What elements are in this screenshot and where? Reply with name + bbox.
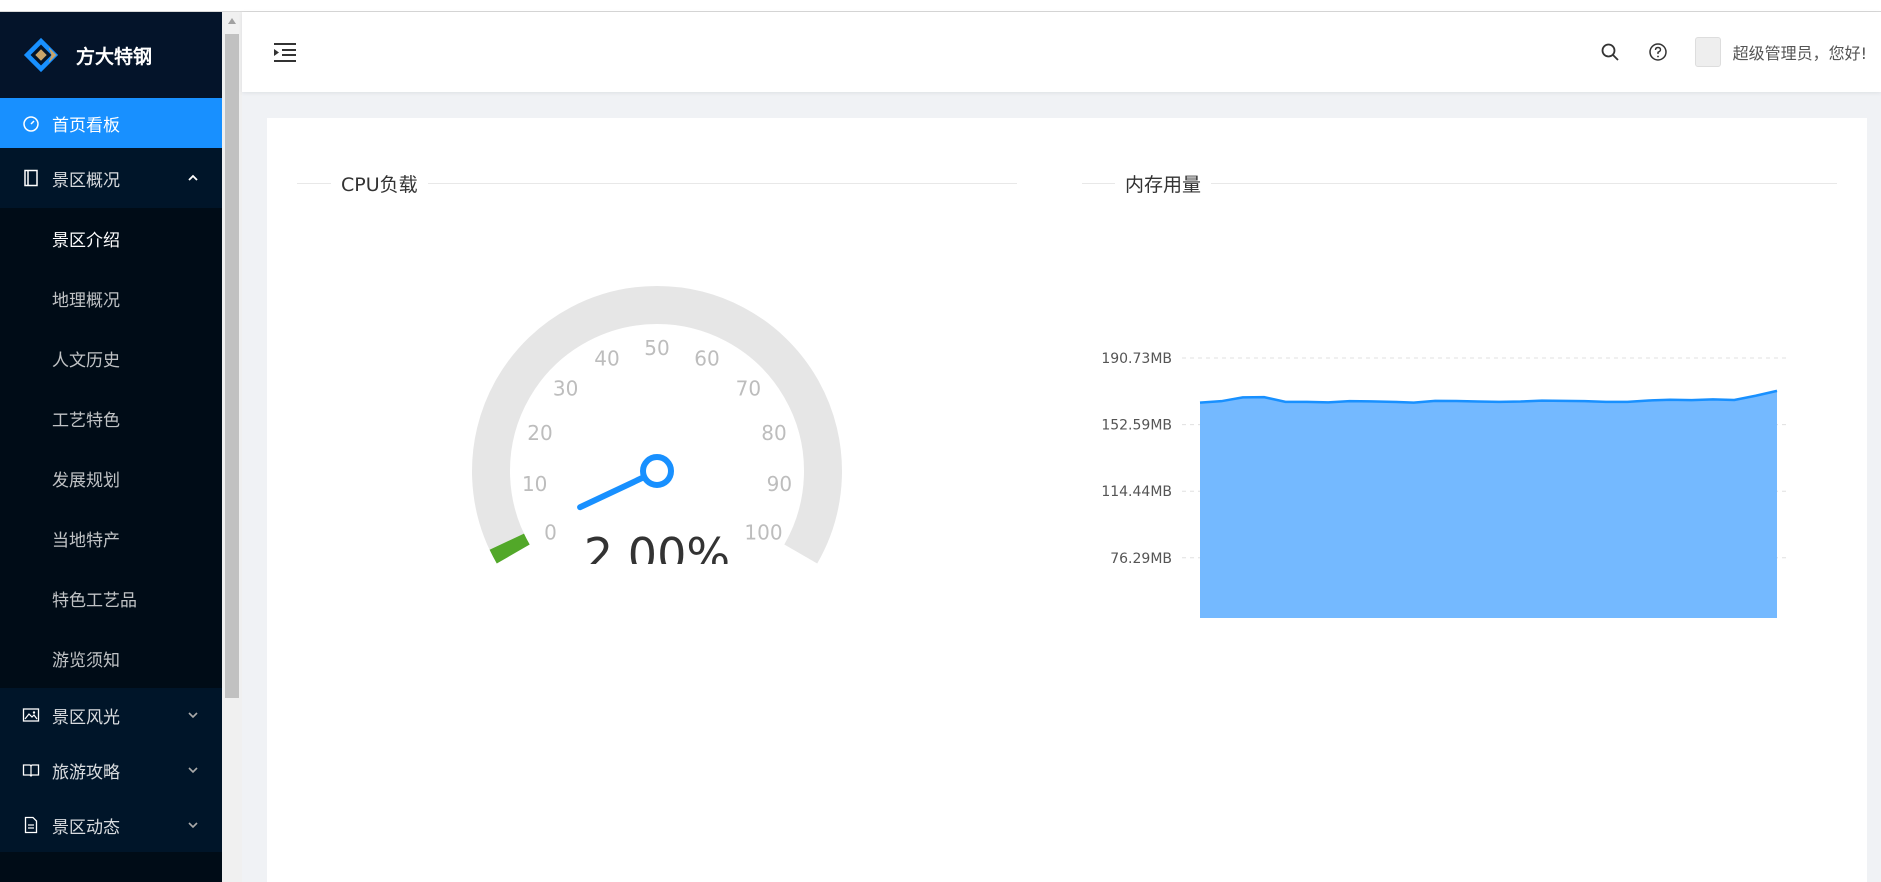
y-tick-label: 114.44MB — [1101, 484, 1172, 500]
sidebar-subitem-intro[interactable]: 景区介绍 — [0, 208, 222, 268]
sidebar-subitem-specialty[interactable]: 当地特产 — [0, 508, 222, 568]
scroll-thumb[interactable] — [225, 34, 239, 698]
search-icon[interactable] — [1599, 41, 1621, 63]
sidebar-subitem-geography[interactable]: 地理概况 — [0, 268, 222, 328]
y-tick-label: 190.73MB — [1101, 351, 1172, 367]
memory-area — [1200, 390, 1777, 618]
gauge-value: 2.00% — [584, 528, 730, 564]
sidebar-scrollbar[interactable] — [222, 12, 242, 882]
chevron-down-icon — [188, 767, 198, 774]
sidebar-item-label: 旅游攻略 — [52, 762, 120, 783]
gauge-tick-label: 70 — [736, 377, 761, 401]
gauge-tick-label: 40 — [594, 347, 619, 371]
y-tick-label: 152.59MB — [1101, 418, 1172, 434]
sidebar-subitem-handicraft[interactable]: 特色工艺品 — [0, 568, 222, 628]
sidebar: 方大特钢 首页看板 景区概况 景区介绍 地理概况 人文历史 工艺特色 发展规划 … — [0, 12, 222, 882]
sidebar-item-label: 首页看板 — [52, 115, 120, 136]
gauge-tick-label: 90 — [767, 472, 792, 496]
read-icon — [22, 761, 40, 779]
sidebar-subitem-notice[interactable]: 游览须知 — [0, 628, 222, 688]
avatar[interactable] — [1694, 37, 1721, 67]
cpu-gauge: 010203040 50 607080901002.00% — [472, 286, 842, 564]
gauge-pointer-hub — [640, 454, 674, 488]
user-greeting[interactable]: 超级管理员，您好! — [1733, 40, 1867, 64]
gauge-progress — [489, 533, 530, 564]
book-icon — [22, 169, 40, 187]
brand-logo-icon — [23, 37, 59, 73]
gauge-tick-label: 30 — [553, 377, 578, 401]
y-tick-label: 76.29MB — [1110, 551, 1172, 567]
gauge-tick-label: 80 — [761, 421, 786, 445]
sidebar-subitem-history[interactable]: 人文历史 — [0, 328, 222, 388]
menu-fold-icon[interactable] — [272, 40, 298, 64]
dashboard-icon — [22, 114, 40, 132]
window-top-bar — [0, 0, 1881, 12]
sidebar-item-overview[interactable]: 景区概况 — [0, 148, 222, 208]
memory-line — [1199, 389, 1778, 404]
chevron-down-icon — [188, 822, 198, 829]
sidebar-item-news[interactable]: 景区动态 — [0, 798, 222, 852]
memory-area-chart: 190.73MB152.59MB114.44MB76.29MB38.15MB0.… — [1101, 351, 1787, 618]
scroll-up-arrow-icon[interactable] — [222, 12, 242, 30]
help-icon[interactable] — [1647, 41, 1669, 63]
cpu-section-title: CPU负载 — [331, 170, 428, 197]
y-tick-label: 38.15MB — [1110, 617, 1172, 618]
memory-section-title: 内存用量 — [1115, 170, 1212, 197]
chevron-down-icon — [188, 712, 198, 719]
sidebar-item-scenery[interactable]: 景区风光 — [0, 688, 222, 742]
sidebar-item-label: 景区动态 — [52, 817, 120, 838]
gauge-tick-label: 0 — [544, 521, 557, 545]
gauge-tick-label: 20 — [527, 421, 552, 445]
chevron-up-icon — [188, 174, 198, 181]
gauge-tick-label: 60 — [694, 347, 719, 371]
brand[interactable]: 方大特钢 — [0, 12, 222, 98]
sidebar-item-dashboard[interactable]: 首页看板 — [0, 98, 222, 148]
brand-name: 方大特钢 — [76, 45, 153, 68]
picture-icon — [22, 706, 40, 724]
sidebar-item-label: 景区概况 — [52, 170, 120, 191]
gauge-tick-label: 50 — [644, 336, 669, 360]
header: 超级管理员，您好! — [242, 12, 1881, 92]
file-icon — [22, 816, 40, 834]
sidebar-subitem-planning[interactable]: 发展规划 — [0, 448, 222, 508]
gauge-tick-label: 10 — [522, 472, 547, 496]
overview-submenu: 景区介绍 地理概况 人文历史 工艺特色 发展规划 当地特产 特色工艺品 游览须知 — [0, 208, 222, 688]
sidebar-item-guide[interactable]: 旅游攻略 — [0, 742, 222, 798]
gauge-tick-label: 100 — [744, 521, 782, 545]
sidebar-item-label: 景区风光 — [52, 707, 120, 728]
dashboard-card: CPU负载 内存用量 0 10 20 30 40 50 60 70 80 90 100 2.00% 1… — [267, 118, 1867, 882]
sidebar-subitem-craft[interactable]: 工艺特色 — [0, 388, 222, 448]
